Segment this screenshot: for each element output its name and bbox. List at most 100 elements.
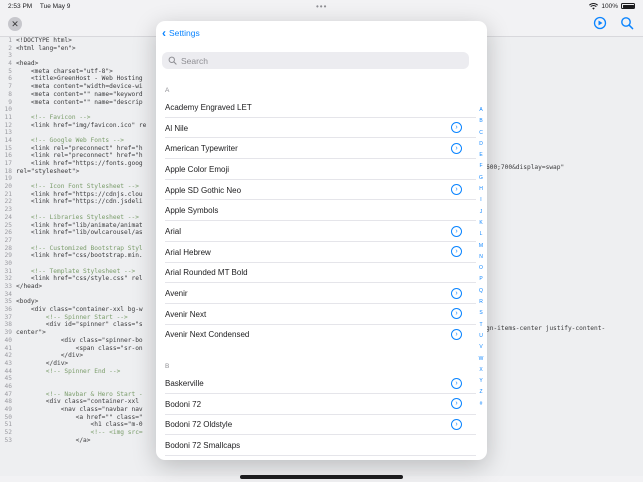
- info-circle-icon[interactable]: ›: [451, 329, 462, 341]
- play-circle-icon[interactable]: [593, 16, 607, 30]
- line-number: 20: [4, 183, 12, 191]
- line-number: 38: [4, 321, 12, 329]
- font-row[interactable]: Arial ›: [156, 221, 476, 242]
- code-text: <meta content="" name="descrip: [16, 98, 143, 106]
- line-number: 29: [4, 252, 12, 260]
- index-letter[interactable]: E: [479, 150, 482, 161]
- back-button[interactable]: ‹ Settings: [162, 27, 200, 39]
- font-row[interactable]: Apple Color Emoji: [156, 159, 476, 180]
- line-number: 42: [4, 352, 12, 360]
- line-number: 30: [4, 259, 12, 267]
- line-number: 33: [4, 283, 12, 290]
- index-letter[interactable]: R: [479, 297, 483, 308]
- font-row[interactable]: Baskerville ›: [156, 373, 476, 394]
- info-circle-icon[interactable]: ›: [451, 142, 462, 154]
- home-indicator[interactable]: [240, 475, 403, 479]
- code-text: <link href="https://fonts.goog: [16, 160, 143, 167]
- line-number: 10: [4, 106, 12, 114]
- info-circle-icon[interactable]: ›: [451, 184, 462, 196]
- font-name: Bodoni 72 Oldstyle: [165, 420, 233, 430]
- section-header: A: [165, 87, 170, 94]
- info-circle-icon[interactable]: ›: [451, 225, 462, 237]
- code-text: rel="stylesheet">: [16, 167, 80, 175]
- index-letter[interactable]: J: [480, 207, 483, 218]
- index-letter[interactable]: W: [479, 354, 484, 365]
- font-row[interactable]: Apple Symbols: [156, 200, 476, 221]
- index-letter[interactable]: O: [479, 263, 483, 274]
- code-text: <link href="lib/owlcarousel/as: [16, 229, 143, 237]
- font-row[interactable]: Apple SD Gothic Neo ›: [156, 180, 476, 201]
- index-letter[interactable]: A: [479, 105, 482, 116]
- info-circle-icon[interactable]: ›: [451, 398, 462, 410]
- status-date: Tue May 9: [39, 2, 71, 10]
- line-number: 47: [4, 390, 12, 398]
- font-row[interactable]: Bodoni Ornaments: [156, 456, 476, 460]
- code-text: <!-- Customized Bootstrap Styl: [16, 244, 143, 252]
- line-number: 26: [4, 229, 12, 237]
- index-letter[interactable]: Y: [479, 376, 482, 387]
- index-letter[interactable]: V: [479, 342, 482, 353]
- index-letter[interactable]: M: [479, 241, 483, 252]
- font-row[interactable]: Academy Engraved LET: [156, 97, 476, 118]
- font-row[interactable]: Bodoni 72 Smallcaps: [156, 435, 476, 456]
- font-name: Bodoni 72 Smallcaps: [165, 441, 241, 451]
- code-text: <!-- Template Stylesheet -->: [16, 267, 136, 275]
- code-text: <div class="container-xxl bg-w: [16, 306, 143, 314]
- alphabet-index[interactable]: A B C D E F G H I J K L M N O P Q R S T U V W X Y Z #: [477, 105, 485, 410]
- index-letter[interactable]: X: [479, 365, 482, 376]
- line-number: 18: [4, 167, 12, 175]
- index-letter[interactable]: Z: [479, 387, 482, 398]
- line-number: 48: [4, 398, 12, 406]
- font-row[interactable]: Bodoni 72 Oldstyle ›: [156, 415, 476, 436]
- font-name: Academy Engraved LET: [165, 102, 252, 112]
- font-picker-popover: ‹ Settings Search A Academy Engraved LET A…: [156, 21, 487, 460]
- font-row[interactable]: Arial Rounded MT Bold: [156, 263, 476, 284]
- code-text: <!-- <img src=: [16, 429, 143, 437]
- index-letter[interactable]: T: [479, 320, 482, 331]
- line-number: 19: [4, 175, 12, 183]
- index-letter[interactable]: N: [479, 252, 483, 263]
- index-letter[interactable]: S: [479, 308, 482, 319]
- index-letter[interactable]: K: [479, 218, 482, 229]
- search-input[interactable]: Search: [162, 52, 469, 69]
- font-row[interactable]: Avenir Next ›: [156, 304, 476, 325]
- info-circle-icon[interactable]: ›: [451, 122, 462, 134]
- index-letter[interactable]: I: [480, 195, 481, 206]
- multitasking-dots[interactable]: •••: [316, 2, 327, 11]
- font-name: Avenir Next Condensed: [165, 330, 250, 340]
- wifi-icon: [589, 2, 599, 10]
- font-row[interactable]: Bodoni 72 ›: [156, 394, 476, 415]
- index-letter[interactable]: D: [479, 139, 483, 150]
- font-row[interactable]: Arial Hebrew ›: [156, 242, 476, 263]
- font-row[interactable]: Avenir ›: [156, 283, 476, 304]
- code-text: <!-- Favicon -->: [16, 113, 91, 121]
- search-icon: [168, 56, 177, 65]
- font-row[interactable]: American Typewriter ›: [156, 138, 476, 159]
- index-letter[interactable]: F: [479, 161, 482, 172]
- index-letter[interactable]: G: [479, 173, 483, 184]
- info-circle-icon[interactable]: ›: [451, 419, 462, 431]
- info-circle-icon[interactable]: ›: [451, 287, 462, 299]
- index-letter[interactable]: Q: [479, 286, 483, 297]
- search-icon[interactable]: [620, 16, 634, 30]
- line-number: 34: [4, 290, 12, 298]
- line-number: 15: [4, 144, 12, 152]
- info-circle-icon[interactable]: ›: [451, 246, 462, 258]
- index-letter[interactable]: P: [479, 274, 482, 285]
- code-text: <link rel="preconnect" href="h: [16, 144, 143, 152]
- code-text: <!-- Spinner Start -->: [16, 313, 128, 321]
- status-right: 100%: [589, 3, 635, 10]
- index-letter[interactable]: H: [479, 184, 483, 195]
- code-text: <meta charset="utf-8">: [16, 67, 113, 75]
- index-letter[interactable]: C: [479, 128, 483, 139]
- index-letter[interactable]: U: [479, 331, 483, 342]
- close-icon[interactable]: ✕: [8, 17, 22, 31]
- font-row[interactable]: Avenir Next Condensed ›: [156, 325, 476, 346]
- index-letter[interactable]: #: [480, 399, 483, 410]
- info-circle-icon[interactable]: ›: [451, 377, 462, 389]
- font-row[interactable]: Al Nile ›: [156, 118, 476, 139]
- info-circle-icon[interactable]: ›: [451, 308, 462, 320]
- line-number: 12: [4, 121, 12, 129]
- index-letter[interactable]: B: [479, 116, 482, 127]
- index-letter[interactable]: L: [480, 229, 483, 240]
